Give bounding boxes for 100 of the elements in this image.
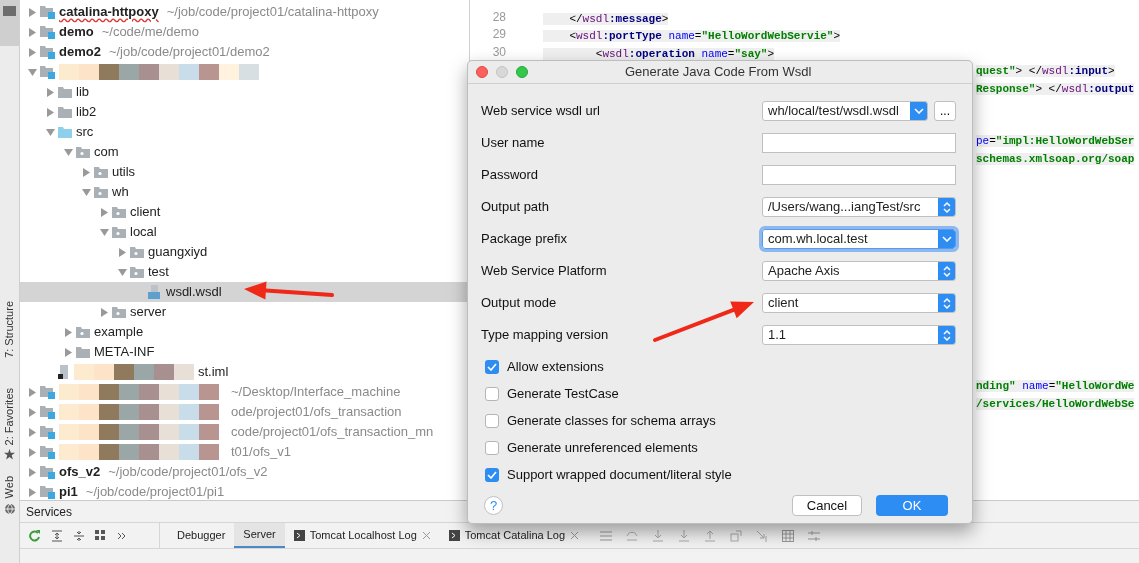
- tree-row[interactable]: local: [20, 222, 469, 242]
- close-icon[interactable]: [421, 531, 431, 540]
- tree-row[interactable]: example: [20, 322, 469, 342]
- collapsed-arrow-icon[interactable]: [27, 387, 37, 397]
- minimize-window-button[interactable]: [496, 66, 508, 78]
- tree-row[interactable]: lib2: [20, 102, 469, 122]
- collapsed-arrow-icon[interactable]: [27, 447, 37, 457]
- tool-window-tab[interactable]: 2: Favorites: [1, 387, 18, 446]
- step-into-icon[interactable]: [652, 529, 665, 542]
- expanded-arrow-icon[interactable]: [45, 127, 55, 137]
- table-icon[interactable]: [782, 529, 795, 542]
- tree-row[interactable]: ode/project01/ofs_transaction: [20, 402, 469, 422]
- tree-row[interactable]: ~/Desktop/Interface_machine: [20, 382, 469, 402]
- select-box[interactable]: /Users/wang...iangTest/src: [762, 197, 956, 217]
- collapsed-arrow-icon[interactable]: [27, 467, 37, 477]
- tree-row[interactable]: ofs_v2 ~/job/code/project01/ofs_v2: [20, 462, 469, 482]
- checkbox[interactable]: [485, 386, 499, 401]
- checkbox[interactable]: [485, 359, 499, 374]
- tree-row[interactable]: st.iml: [20, 362, 469, 382]
- browse-button[interactable]: ...: [934, 101, 956, 121]
- collapsed-arrow-icon[interactable]: [99, 307, 109, 317]
- panel-tab[interactable]: Tomcat Catalina Log: [439, 523, 589, 548]
- collapsed-arrow-icon[interactable]: [81, 167, 91, 177]
- more-icon[interactable]: [118, 531, 126, 540]
- tree-row[interactable]: pi1 ~/job/code/project01/pi1: [20, 482, 469, 500]
- text-field[interactable]: [762, 133, 956, 153]
- collapsed-arrow-icon[interactable]: [27, 407, 37, 417]
- step-over-icon[interactable]: [626, 529, 639, 542]
- force-step-into-icon[interactable]: [678, 529, 691, 542]
- collapsed-arrow-icon[interactable]: [45, 87, 55, 97]
- tree-row[interactable]: wh: [20, 182, 469, 202]
- chevron-down-icon: [913, 108, 924, 114]
- collapse-all-icon[interactable]: [73, 529, 85, 542]
- checkbox[interactable]: [485, 413, 499, 428]
- close-window-button[interactable]: [476, 66, 488, 78]
- console-icon: [293, 530, 305, 541]
- rerun-icon[interactable]: [28, 529, 41, 542]
- expand-all-icon[interactable]: [51, 529, 63, 542]
- drop-frame-icon[interactable]: [730, 529, 743, 542]
- tree-row[interactable]: lib: [20, 82, 469, 102]
- expanded-arrow-icon[interactable]: [99, 227, 109, 237]
- tree-row[interactable]: test: [20, 262, 469, 282]
- collapsed-arrow-icon[interactable]: [27, 47, 37, 57]
- package-folder-icon: [130, 266, 144, 278]
- close-icon[interactable]: [570, 531, 580, 540]
- tree-row[interactable]: demo2 ~/job/code/project01/demo2: [20, 42, 469, 62]
- console-icon: [448, 530, 460, 541]
- cancel-button[interactable]: Cancel: [792, 495, 862, 516]
- tree-row[interactable]: src: [20, 122, 469, 142]
- run-to-cursor-icon[interactable]: [756, 529, 769, 542]
- combo-box[interactable]: wh/local/test/wsdl.wsdl: [762, 101, 928, 121]
- tree-row[interactable]: catalina-httpoxy ~/job/code/project01/catalina-httpoxy: [20, 2, 469, 22]
- tree-row[interactable]: wsdl.wsdl: [20, 282, 469, 302]
- tree-row[interactable]: client: [20, 202, 469, 222]
- group-icon[interactable]: [95, 529, 108, 542]
- tool-window-tab[interactable]: Web: [1, 476, 18, 499]
- panel-tab[interactable]: Server: [234, 523, 285, 548]
- tree-row[interactable]: utils: [20, 162, 469, 182]
- collapsed-arrow-icon[interactable]: [63, 327, 73, 337]
- checkbox[interactable]: [485, 467, 499, 482]
- tree-item-name: ofs_v2: [59, 463, 101, 482]
- expanded-arrow-icon[interactable]: [117, 267, 127, 277]
- combo-box[interactable]: com.wh.local.test: [762, 229, 956, 249]
- menu-icon[interactable]: [600, 530, 613, 541]
- help-button[interactable]: ?: [484, 496, 503, 515]
- tree-item-name: local: [130, 223, 157, 242]
- collapsed-arrow-icon[interactable]: [117, 247, 127, 257]
- module-folder-icon: [40, 405, 55, 419]
- panel-tab[interactable]: Debugger: [168, 523, 235, 548]
- line-number: 28: [492, 9, 506, 24]
- expanded-arrow-icon[interactable]: [27, 67, 37, 77]
- tree-row[interactable]: server: [20, 302, 469, 322]
- text-field[interactable]: [762, 165, 956, 185]
- tool-window-tab[interactable]: 7: Structure: [1, 301, 18, 358]
- settings-icon[interactable]: [808, 529, 821, 542]
- tree-row[interactable]: demo ~/code/me/demo: [20, 22, 469, 42]
- step-out-icon[interactable]: [704, 529, 717, 542]
- field-label: Type mapping version: [481, 326, 609, 345]
- expanded-arrow-icon[interactable]: [63, 147, 73, 157]
- select-box[interactable]: 1.1: [762, 325, 956, 345]
- collapsed-arrow-icon[interactable]: [27, 27, 37, 37]
- select-box[interactable]: Apache Axis: [762, 261, 956, 281]
- panel-tab[interactable]: Tomcat Localhost Log: [284, 523, 440, 548]
- tree-row[interactable]: t01/ofs_v1: [20, 442, 469, 462]
- module-folder-icon: [40, 25, 55, 39]
- collapsed-arrow-icon[interactable]: [45, 107, 55, 117]
- collapsed-arrow-icon[interactable]: [99, 207, 109, 217]
- tree-row[interactable]: code/project01/ofs_transaction_mn: [20, 422, 469, 442]
- checkbox[interactable]: [485, 440, 499, 455]
- collapsed-arrow-icon[interactable]: [27, 427, 37, 437]
- collapsed-arrow-icon[interactable]: [63, 347, 73, 357]
- collapsed-arrow-icon[interactable]: [27, 487, 37, 497]
- select-box[interactable]: client: [762, 293, 956, 313]
- tree-item-name: wsdl.wsdl: [166, 283, 222, 302]
- zoom-window-button[interactable]: [516, 66, 528, 78]
- tree-row[interactable]: com: [20, 142, 469, 162]
- tree-row[interactable]: META-INF: [20, 342, 469, 362]
- expanded-arrow-icon[interactable]: [81, 187, 91, 197]
- collapsed-arrow-icon[interactable]: [27, 7, 37, 17]
- tree-row[interactable]: guangxiyd: [20, 242, 469, 262]
